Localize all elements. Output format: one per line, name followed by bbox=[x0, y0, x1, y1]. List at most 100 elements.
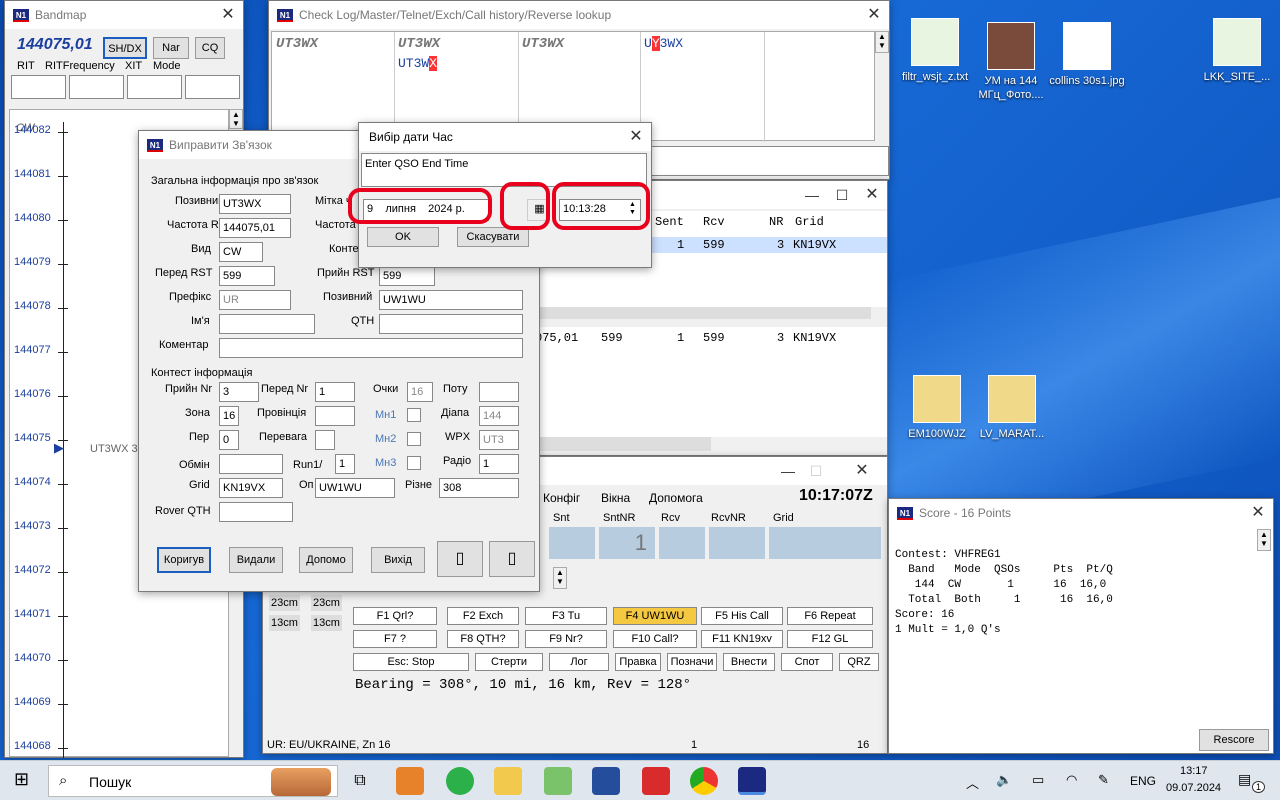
function-key-button[interactable]: Позначи bbox=[667, 653, 717, 671]
mult1-checkbox[interactable] bbox=[407, 408, 421, 422]
mult2-checkbox[interactable] bbox=[407, 432, 421, 446]
cancel-button[interactable]: Скасувати bbox=[457, 227, 529, 247]
search-box[interactable]: ⌕ Пошук bbox=[48, 765, 338, 797]
log-hscroll[interactable] bbox=[531, 307, 871, 319]
file-explorer-icon[interactable] bbox=[494, 767, 522, 795]
help-button[interactable]: Допомо bbox=[299, 547, 353, 573]
province-field[interactable] bbox=[315, 406, 355, 426]
task-view-icon[interactable]: ⧉ bbox=[346, 767, 374, 795]
checklog-partial[interactable]: UY3WX bbox=[644, 36, 683, 51]
xit-field[interactable] bbox=[127, 75, 182, 99]
maximize-icon[interactable]: ☐ bbox=[827, 181, 857, 209]
function-key-button[interactable]: F1 Qrl? bbox=[353, 607, 437, 625]
rcv-nr-field[interactable]: 3 bbox=[219, 382, 259, 402]
desktop-icon-collins[interactable]: collins 30s1.jpg bbox=[1042, 22, 1132, 88]
band-button[interactable]: 13cm bbox=[311, 615, 342, 631]
function-key-button[interactable]: Лог bbox=[549, 653, 609, 671]
close-icon[interactable]: ✕ bbox=[857, 181, 887, 209]
sent-rst-field[interactable]: 599 bbox=[219, 266, 275, 286]
n1mm-taskbar-icon[interactable] bbox=[738, 767, 766, 795]
wpx-field[interactable]: UT3 bbox=[479, 430, 519, 450]
function-key-button[interactable]: Стерти bbox=[475, 653, 543, 671]
operator-field[interactable]: UW1WU bbox=[379, 290, 523, 310]
ritfreq-field[interactable] bbox=[69, 75, 124, 99]
function-key-button[interactable]: Esc: Stop bbox=[353, 653, 469, 671]
scroll-arrows-icon[interactable]: ▲ ▼ bbox=[553, 567, 567, 589]
cq-button[interactable]: CQ bbox=[195, 37, 225, 59]
ok-button[interactable]: OK bbox=[367, 227, 439, 247]
close-icon[interactable]: ✕ bbox=[1243, 499, 1273, 527]
app-icon[interactable] bbox=[396, 767, 424, 795]
menu-config[interactable]: Конфіг bbox=[543, 491, 580, 505]
rcv-field[interactable] bbox=[659, 527, 705, 559]
chevron-up-icon[interactable]: ︿ bbox=[966, 773, 979, 792]
checklog-cell[interactable]: UT3WX bbox=[398, 36, 440, 52]
rover-qth-field[interactable] bbox=[219, 502, 293, 522]
band-button[interactable]: 13cm bbox=[269, 615, 300, 631]
minimize-icon[interactable]: — bbox=[773, 457, 803, 485]
function-key-button[interactable]: F11 KN19xv bbox=[701, 630, 783, 648]
shdx-button[interactable]: SH/DX bbox=[103, 37, 147, 59]
name-field[interactable] bbox=[219, 314, 315, 334]
function-key-button[interactable]: Правка bbox=[615, 653, 661, 671]
save-icon[interactable] bbox=[592, 767, 620, 795]
desktop-icon-lkk[interactable]: LKK_SITE_... bbox=[1192, 18, 1280, 84]
function-key-button[interactable]: QRZ bbox=[839, 653, 879, 671]
chrome-icon[interactable] bbox=[690, 767, 718, 795]
mode-field[interactable]: CW bbox=[219, 242, 263, 262]
maximize-icon[interactable]: ☐ bbox=[801, 457, 831, 485]
grid-field[interactable]: KN19VX bbox=[219, 478, 283, 498]
function-key-button[interactable]: F6 Repeat bbox=[787, 607, 873, 625]
narrow-button[interactable]: Nar bbox=[153, 37, 189, 59]
checklog-partial[interactable]: UT3WX bbox=[398, 56, 438, 71]
mult3-checkbox[interactable] bbox=[407, 456, 421, 470]
radio-field[interactable]: 1 bbox=[479, 454, 519, 474]
band-button[interactable]: 23cm bbox=[311, 595, 342, 611]
log-hscroll-2[interactable] bbox=[531, 437, 711, 451]
desktop-icon-lv[interactable]: LV_MARAT... bbox=[967, 375, 1057, 441]
run-field[interactable]: 1 bbox=[335, 454, 355, 474]
notepad-icon[interactable] bbox=[544, 767, 572, 795]
phone-icon[interactable]: ▯ bbox=[437, 541, 483, 577]
scroll-arrows-icon[interactable]: ▲ ▼ bbox=[875, 31, 889, 53]
prefix-field[interactable]: UR bbox=[219, 290, 291, 310]
function-key-button[interactable]: Спот bbox=[781, 653, 833, 671]
sent-nr-field[interactable]: 1 bbox=[315, 382, 355, 402]
rxfreq-field[interactable]: 144075,01 bbox=[219, 218, 291, 238]
rescore-button[interactable]: Rescore bbox=[1199, 729, 1269, 751]
misc-field[interactable]: 308 bbox=[439, 478, 519, 498]
function-key-button[interactable]: F4 UW1WU bbox=[613, 607, 697, 625]
function-key-button[interactable]: F5 His Call bbox=[701, 607, 783, 625]
op-field[interactable]: UW1WU bbox=[315, 478, 395, 498]
sntnr-field[interactable]: 1 bbox=[599, 527, 655, 559]
battery-icon[interactable]: ▭ bbox=[1032, 772, 1044, 788]
per-field[interactable]: 0 bbox=[219, 430, 239, 450]
app-icon[interactable] bbox=[446, 767, 474, 795]
close-icon[interactable]: ✕ bbox=[621, 123, 651, 151]
menu-help[interactable]: Допомога bbox=[649, 491, 703, 505]
function-key-button[interactable]: F8 QTH? bbox=[447, 630, 519, 648]
qth-field[interactable] bbox=[379, 314, 523, 334]
menu-windows[interactable]: Вікна bbox=[601, 491, 630, 505]
close-icon[interactable]: ✕ bbox=[213, 1, 243, 29]
function-key-button[interactable]: F3 Tu bbox=[525, 607, 607, 625]
language-indicator[interactable]: ENG bbox=[1130, 774, 1156, 788]
update-button[interactable]: Коригув bbox=[157, 547, 211, 573]
minimize-icon[interactable]: — bbox=[797, 181, 827, 209]
comment-field[interactable] bbox=[219, 338, 523, 358]
pdf-icon[interactable] bbox=[642, 767, 670, 795]
band-field[interactable]: 144 bbox=[479, 406, 519, 426]
clock-date[interactable]: 09.07.2024 bbox=[1166, 782, 1221, 794]
close-icon[interactable]: ✕ bbox=[859, 1, 889, 29]
checklog-cell[interactable]: UT3WX bbox=[522, 36, 564, 52]
power-field[interactable] bbox=[479, 382, 519, 402]
function-key-button[interactable]: F12 GL bbox=[787, 630, 873, 648]
scroll-arrows-icon[interactable]: ▲ ▼ bbox=[1257, 529, 1271, 551]
grid-field[interactable] bbox=[769, 527, 881, 559]
call-field[interactable]: UT3WX bbox=[219, 194, 291, 214]
close-icon[interactable]: ✕ bbox=[847, 457, 877, 485]
exit-button[interactable]: Вихід bbox=[371, 547, 425, 573]
points-field[interactable]: 16 bbox=[407, 382, 433, 402]
function-key-button[interactable]: F9 Nr? bbox=[525, 630, 607, 648]
function-key-button[interactable]: F2 Exch bbox=[447, 607, 519, 625]
